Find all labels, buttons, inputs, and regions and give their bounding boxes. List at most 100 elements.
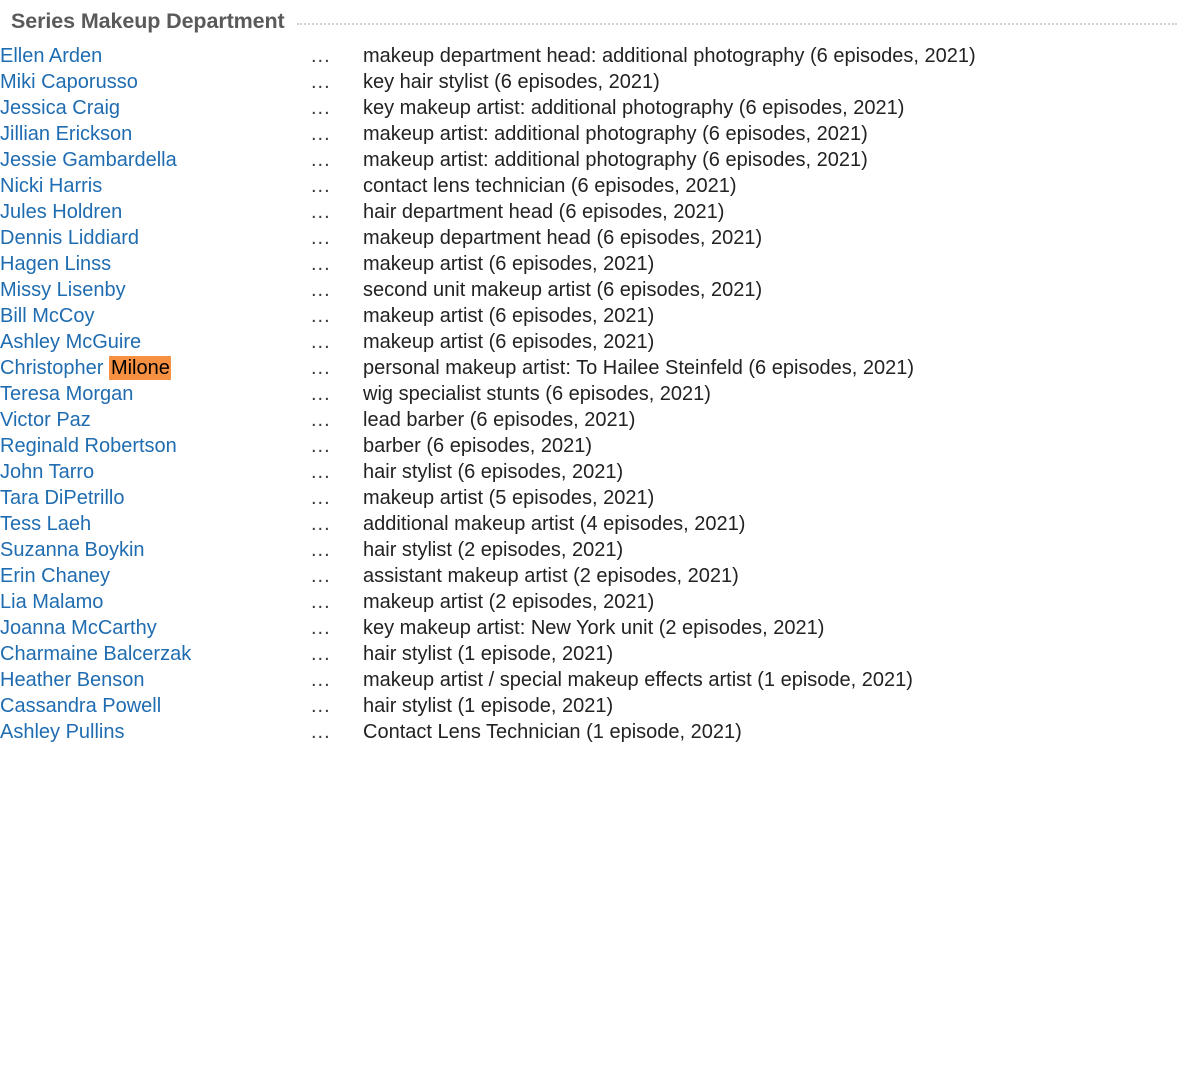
- credit-name-cell: Ellen Arden: [0, 43, 311, 69]
- ellipsis-separator: ...: [311, 487, 331, 509]
- credit-role-cell: hair stylist (1 episode, 2021): [363, 643, 614, 665]
- table-row: Erin Chaney... assistant makeup artist (2…: [0, 563, 1187, 589]
- person-link[interactable]: Heather Benson: [0, 669, 145, 691]
- table-row: Jillian Erickson... makeup artist: additi…: [0, 121, 1187, 147]
- person-link[interactable]: Lia Malamo: [0, 591, 103, 613]
- person-link[interactable]: Dennis Liddiard: [0, 227, 139, 249]
- credit-role-cell: wig specialist stunts (6 episodes, 2021): [363, 383, 711, 405]
- header-dotted-rule: [296, 22, 1177, 26]
- person-link[interactable]: Ashley Pullins: [0, 721, 125, 743]
- credit-role-cell: contact lens technician (6 episodes, 202…: [363, 175, 737, 197]
- person-link[interactable]: Missy Lisenby: [0, 279, 126, 301]
- person-link[interactable]: Hagen Linss: [0, 253, 111, 275]
- table-row: Ashley Pullins... Contact Lens Technician…: [0, 719, 1187, 745]
- credit-name-cell: Lia Malamo: [0, 589, 311, 615]
- person-link[interactable]: Nicki Harris: [0, 175, 102, 197]
- ellipsis-separator: ...: [311, 71, 331, 93]
- ellipsis-separator: ...: [311, 461, 331, 483]
- ellipsis-separator: ...: [311, 591, 331, 613]
- credit-role-cell: hair department head (6 episodes, 2021): [363, 201, 725, 223]
- ellipsis-separator: ...: [311, 97, 331, 119]
- credit-role-cell: personal makeup artist: To Hailee Steinf…: [363, 357, 915, 379]
- person-link[interactable]: Tess Laeh: [0, 513, 91, 535]
- person-link[interactable]: Miki Caporusso: [0, 71, 138, 93]
- credit-name-cell: Dennis Liddiard: [0, 225, 311, 251]
- person-link[interactable]: Jessie Gambardella: [0, 149, 177, 171]
- credit-name-cell: Jules Holdren: [0, 199, 311, 225]
- table-row: Reginald Robertson... barber (6 episodes,…: [0, 433, 1187, 459]
- ellipsis-separator: ...: [311, 695, 331, 717]
- credit-name-cell: Nicki Harris: [0, 173, 311, 199]
- credit-role-cell: makeup artist (5 episodes, 2021): [363, 487, 655, 509]
- person-link[interactable]: Ellen Arden: [0, 45, 102, 67]
- credit-name-cell: Suzanna Boykin: [0, 537, 311, 563]
- credit-role-cell: makeup artist (6 episodes, 2021): [363, 331, 655, 353]
- person-link[interactable]: Joanna McCarthy: [0, 617, 157, 639]
- person-link[interactable]: Tara DiPetrillo: [0, 487, 124, 509]
- credit-role-cell: barber (6 episodes, 2021): [363, 435, 593, 457]
- table-row: Cassandra Powell... hair stylist (1 episo…: [0, 693, 1187, 719]
- ellipsis-separator: ...: [311, 279, 331, 301]
- person-link[interactable]: Suzanna Boykin: [0, 539, 145, 561]
- ellipsis-separator: ...: [311, 331, 331, 353]
- credit-name-cell: Tess Laeh: [0, 511, 311, 537]
- credit-role-cell: key hair stylist (6 episodes, 2021): [363, 71, 660, 93]
- person-link[interactable]: Charmaine Balcerzak: [0, 643, 191, 665]
- credit-name-cell: Christopher Milone: [0, 355, 311, 381]
- person-link[interactable]: Jillian Erickson: [0, 123, 132, 145]
- credits-page: Series Makeup Department Ellen Arden... m…: [0, 0, 1187, 745]
- credit-name-cell: Bill McCoy: [0, 303, 311, 329]
- ellipsis-separator: ...: [311, 721, 331, 743]
- credit-name-cell: Miki Caporusso: [0, 69, 311, 95]
- person-link[interactable]: Reginald Robertson: [0, 435, 177, 457]
- credit-role-cell: hair stylist (1 episode, 2021): [363, 695, 614, 717]
- credit-role-cell: makeup artist: additional photography (6…: [363, 149, 868, 171]
- credit-role-cell: key makeup artist: New York unit (2 epis…: [363, 617, 825, 639]
- credit-role-cell: lead barber (6 episodes, 2021): [363, 409, 636, 431]
- credit-name-cell: Jillian Erickson: [0, 121, 311, 147]
- credit-name-cell: John Tarro: [0, 459, 311, 485]
- table-row: Suzanna Boykin... hair stylist (2 episode…: [0, 537, 1187, 563]
- credit-role-cell: hair stylist (2 episodes, 2021): [363, 539, 624, 561]
- table-row: Joanna McCarthy... key makeup artist: New…: [0, 615, 1187, 641]
- table-row: Missy Lisenby... second unit makeup artis…: [0, 277, 1187, 303]
- person-link[interactable]: Teresa Morgan: [0, 383, 133, 405]
- table-row: Miki Caporusso... key hair stylist (6 epi…: [0, 69, 1187, 95]
- table-row: Ellen Arden... makeup department head: ad…: [0, 43, 1187, 69]
- table-row: John Tarro... hair stylist (6 episodes, 2…: [0, 459, 1187, 485]
- ellipsis-separator: ...: [311, 149, 331, 171]
- ellipsis-separator: ...: [311, 409, 331, 431]
- ellipsis-separator: ...: [311, 565, 331, 587]
- table-row: Dennis Liddiard... makeup department head…: [0, 225, 1187, 251]
- ellipsis-separator: ...: [311, 643, 331, 665]
- ellipsis-separator: ...: [311, 539, 331, 561]
- table-row: Hagen Linss... makeup artist (6 episodes,…: [0, 251, 1187, 277]
- credit-role-cell: Contact Lens Technician (1 episode, 2021…: [363, 721, 742, 743]
- ellipsis-separator: ...: [311, 513, 331, 535]
- credit-name-cell: Victor Paz: [0, 407, 311, 433]
- table-row: Jules Holdren... hair department head (6 …: [0, 199, 1187, 225]
- ellipsis-separator: ...: [311, 435, 331, 457]
- person-link[interactable]: Jules Holdren: [0, 201, 122, 223]
- person-link[interactable]: Cassandra Powell: [0, 695, 161, 717]
- ellipsis-separator: ...: [311, 123, 331, 145]
- person-link[interactable]: Christopher Milone: [0, 356, 171, 380]
- credits-table-body: Ellen Arden... makeup department head: ad…: [0, 43, 1187, 745]
- person-link[interactable]: Ashley McGuire: [0, 331, 141, 353]
- section-header: Series Makeup Department: [0, 0, 1187, 34]
- credit-name-cell: Joanna McCarthy: [0, 615, 311, 641]
- credits-table: Ellen Arden... makeup department head: ad…: [0, 43, 1187, 745]
- credit-role-cell: makeup artist: additional photography (6…: [363, 123, 868, 145]
- credit-name-cell: Heather Benson: [0, 667, 311, 693]
- person-link[interactable]: Bill McCoy: [0, 305, 94, 327]
- credit-role-cell: assistant makeup artist (2 episodes, 202…: [363, 565, 739, 587]
- person-link[interactable]: Victor Paz: [0, 409, 91, 431]
- search-highlight: Milone: [108, 356, 171, 380]
- credit-role-cell: makeup artist (6 episodes, 2021): [363, 305, 655, 327]
- table-row: Victor Paz... lead barber (6 episodes, 20…: [0, 407, 1187, 433]
- credit-role-cell: second unit makeup artist (6 episodes, 2…: [363, 279, 763, 301]
- person-link[interactable]: Jessica Craig: [0, 97, 120, 119]
- ellipsis-separator: ...: [311, 617, 331, 639]
- person-link[interactable]: Erin Chaney: [0, 565, 110, 587]
- person-link[interactable]: John Tarro: [0, 461, 94, 483]
